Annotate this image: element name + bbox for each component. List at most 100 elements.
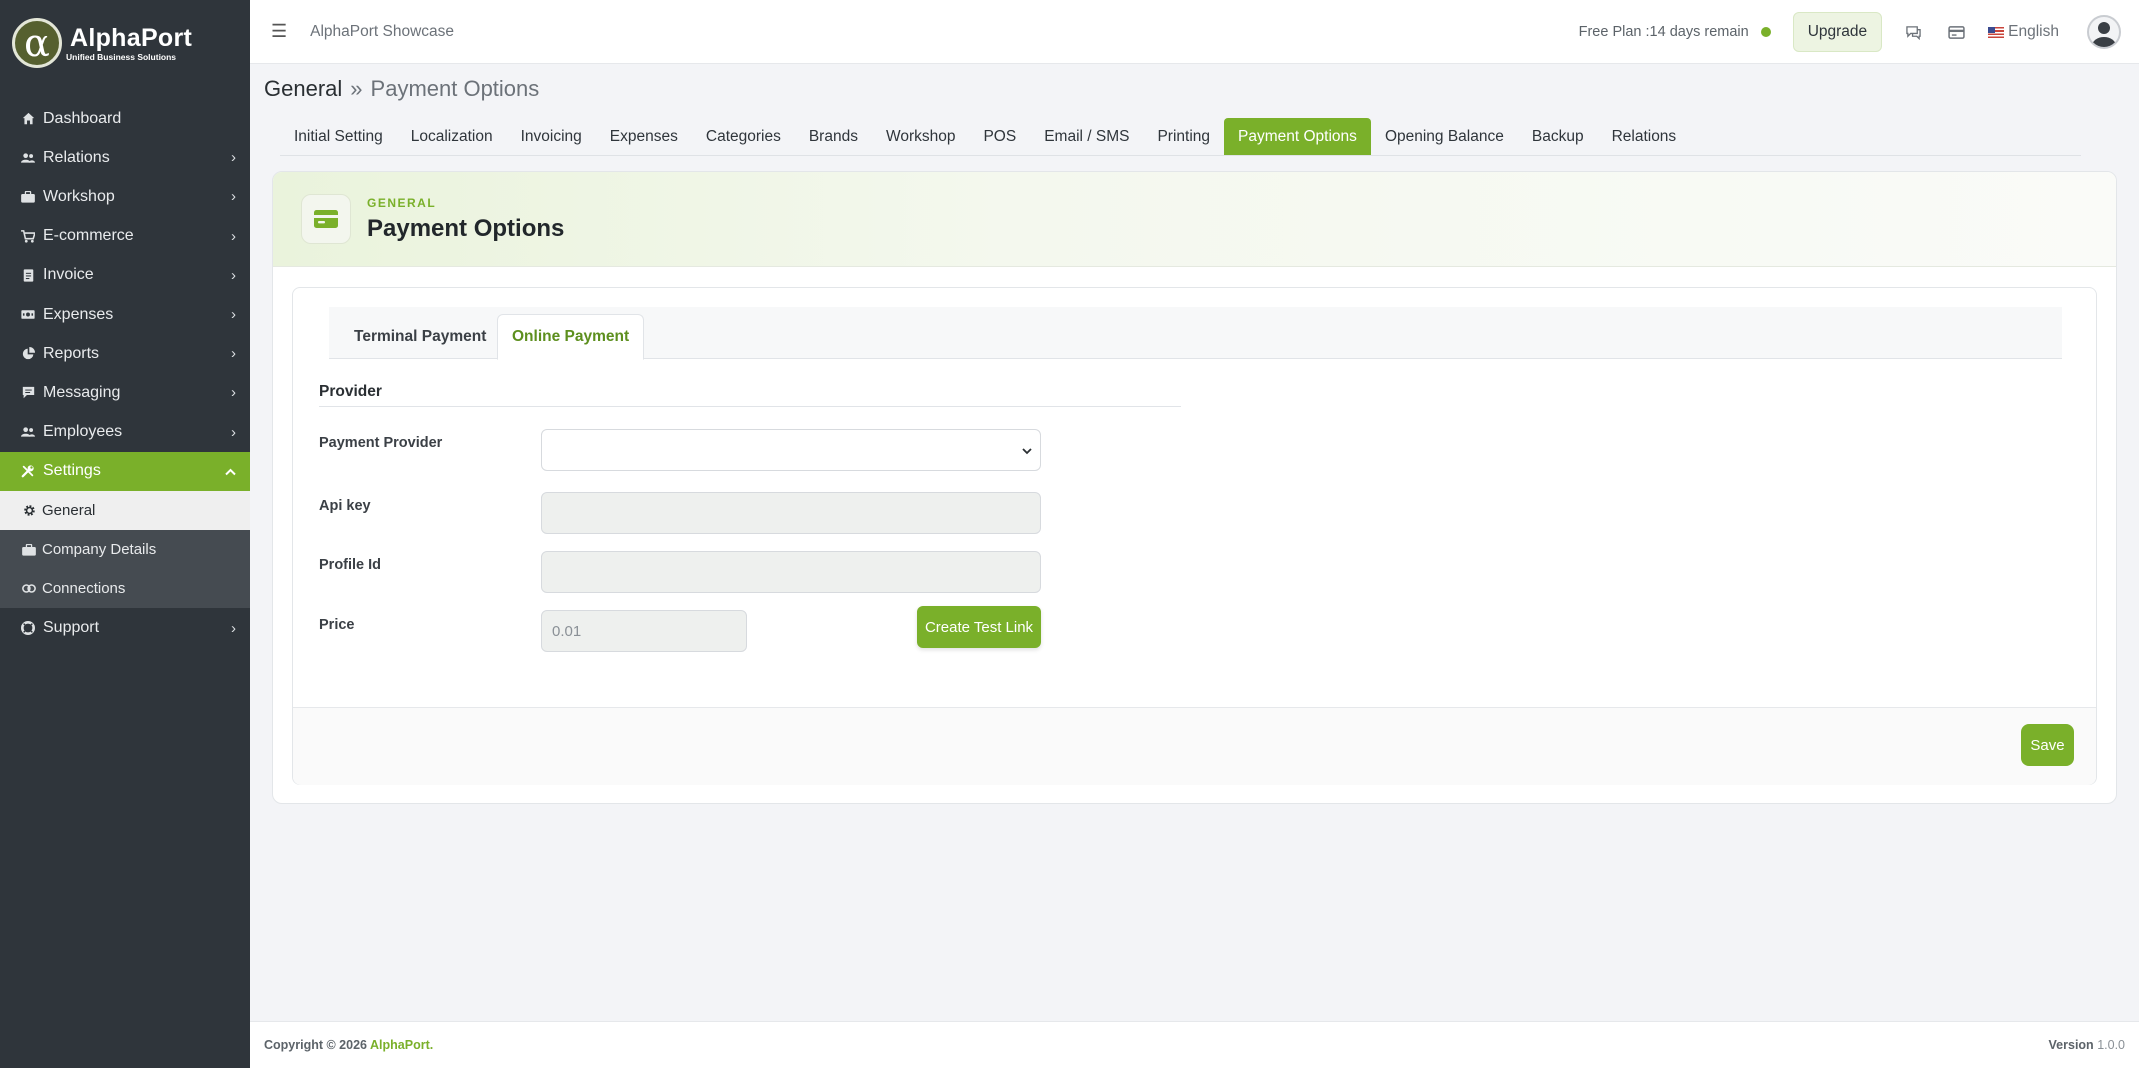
tab-pos[interactable]: POS: [969, 118, 1030, 156]
payment-provider-select[interactable]: [541, 429, 1041, 471]
sidebar-item-label: Support: [43, 619, 100, 637]
chevron-right-icon: ›: [231, 423, 236, 441]
sidebar-subitem-company-details[interactable]: Company Details: [0, 530, 250, 570]
language-label: English: [2008, 23, 2059, 40]
profile-id-label: Profile Id: [319, 557, 382, 573]
users-icon: [21, 426, 35, 438]
payment-provider-label: Payment Provider: [319, 435, 443, 451]
sidebar-item-dashboard[interactable]: Dashboard: [0, 99, 250, 138]
version: Version 1.0.0: [2049, 1038, 2125, 1052]
sidebar-item-messaging[interactable]: Messaging ›: [0, 373, 250, 412]
breadcrumb-current: Payment Options: [370, 76, 540, 101]
sidebar-item-settings[interactable]: Settings: [0, 451, 250, 491]
home-icon: [21, 112, 35, 125]
copyright: Copyright © 2026 AlphaPort.: [264, 1038, 433, 1052]
payment-form-panel: Terminal Payment Online Payment Provider…: [292, 287, 2097, 785]
tab-terminal-payment[interactable]: Terminal Payment: [354, 314, 486, 360]
chevron-right-icon: ›: [231, 619, 236, 637]
sidebar-item-employees[interactable]: Employees ›: [0, 413, 250, 452]
tabs-divider: [280, 155, 2081, 156]
chevron-right-icon: ›: [231, 266, 236, 284]
sidebar-subitem-label: General: [42, 501, 96, 519]
sidebar-item-invoice[interactable]: Invoice ›: [0, 256, 250, 295]
save-button[interactable]: Save: [2021, 724, 2074, 766]
card-icon[interactable]: [1945, 21, 1967, 43]
chevron-right-icon: ›: [231, 345, 236, 363]
topbar: ☰ AlphaPort Showcase Free Plan :14 days …: [250, 0, 2139, 64]
api-key-label: Api key: [319, 498, 371, 514]
tab-online-payment[interactable]: Online Payment: [497, 314, 645, 360]
sidebar-item-support[interactable]: Support ›: [0, 608, 250, 647]
sidebar-item-expenses[interactable]: Expenses ›: [0, 295, 250, 334]
price-input[interactable]: 0.01: [541, 610, 747, 652]
upgrade-button[interactable]: Upgrade: [1792, 12, 1883, 52]
avatar[interactable]: [2087, 15, 2121, 49]
settings-tabs: Initial Setting Localization Invoicing E…: [280, 118, 2139, 156]
tab-expenses[interactable]: Expenses: [596, 118, 692, 156]
section-title: Provider: [319, 383, 1181, 407]
chat-icon[interactable]: [1902, 21, 1924, 43]
company-name: AlphaPort Showcase: [310, 22, 455, 40]
sidebar-item-label: Workshop: [43, 187, 115, 205]
breadcrumb-section[interactable]: General: [264, 76, 342, 102]
tab-invoicing[interactable]: Invoicing: [507, 118, 596, 156]
breadcrumb: General » Payment Options: [264, 76, 539, 102]
logo[interactable]: α AlphaPort Unified Business Solutions: [0, 0, 250, 86]
payment-options-card: GENERAL Payment Options Terminal Payment…: [272, 171, 2117, 804]
chat-icon: [21, 386, 35, 399]
sidebar-subitem-connections[interactable]: Connections: [0, 569, 250, 609]
tab-workshop[interactable]: Workshop: [872, 118, 970, 156]
price-value: 0.01: [552, 622, 582, 640]
sidebar-item-reports[interactable]: Reports ›: [0, 334, 250, 373]
tab-localization[interactable]: Localization: [397, 118, 507, 156]
tab-payment-options[interactable]: Payment Options: [1224, 118, 1371, 156]
sidebar-nav: Dashboard Relations › Workshop › E-comme…: [0, 99, 250, 648]
tab-relations[interactable]: Relations: [1598, 118, 1691, 156]
briefcase-icon: [22, 543, 36, 556]
form-footer: Save: [293, 707, 2096, 785]
tab-brands[interactable]: Brands: [795, 118, 872, 156]
menu-toggle-icon[interactable]: ☰: [271, 21, 287, 42]
language-selector[interactable]: English: [1988, 23, 2059, 41]
users-icon: [21, 152, 35, 164]
tab-initial-setting[interactable]: Initial Setting: [280, 118, 397, 156]
sidebar-subitem-label: Company Details: [42, 541, 157, 559]
sidebar-item-label: Dashboard: [43, 109, 122, 127]
sidebar-item-label: Employees: [43, 423, 123, 441]
sidebar-subitem-general[interactable]: General: [0, 490, 250, 531]
credit-card-icon: [301, 194, 351, 244]
price-label: Price: [319, 617, 355, 633]
version-number: 1.0.0: [2097, 1038, 2125, 1052]
footer-brand-link[interactable]: AlphaPort.: [370, 1038, 433, 1052]
profile-id-input[interactable]: [541, 551, 1041, 593]
plan-status: Free Plan :14 days remain: [1578, 24, 1749, 40]
sidebar: α AlphaPort Unified Business Solutions D…: [0, 0, 250, 1068]
tab-backup[interactable]: Backup: [1518, 118, 1598, 156]
version-label: Version: [2048, 1038, 2094, 1052]
lifebuoy-icon: [21, 621, 35, 636]
sidebar-item-label: Reports: [43, 344, 100, 362]
gear-icon: [22, 504, 36, 517]
sidebar-item-workshop[interactable]: Workshop ›: [0, 177, 250, 216]
logo-name: AlphaPort: [70, 24, 193, 52]
card-eyebrow: GENERAL: [367, 195, 437, 210]
card-header: GENERAL Payment Options: [273, 172, 2116, 267]
sidebar-item-label: Messaging: [43, 383, 121, 401]
create-test-link-button[interactable]: Create Test Link: [917, 606, 1041, 648]
sidebar-item-relations[interactable]: Relations ›: [0, 138, 250, 177]
chevron-right-icon: ›: [231, 188, 236, 206]
payment-subtabs: Terminal Payment Online Payment: [329, 307, 2062, 360]
page-footer: Copyright © 2026 AlphaPort. Version 1.0.…: [250, 1021, 2139, 1068]
tab-categories[interactable]: Categories: [692, 118, 795, 156]
sidebar-item-label: Settings: [43, 462, 101, 480]
tab-printing[interactable]: Printing: [1143, 118, 1224, 156]
chevron-right-icon: ›: [231, 227, 236, 245]
chevron-right-icon: ›: [231, 384, 236, 402]
tab-opening-balance[interactable]: Opening Balance: [1371, 118, 1518, 156]
sidebar-item-ecommerce[interactable]: E-commerce ›: [0, 217, 250, 256]
sidebar-item-label: Invoice: [43, 266, 94, 284]
tab-email-sms[interactable]: Email / SMS: [1030, 118, 1143, 156]
api-key-input[interactable]: [541, 492, 1041, 534]
breadcrumb-separator: »: [350, 76, 363, 101]
tools-icon: [21, 464, 35, 478]
